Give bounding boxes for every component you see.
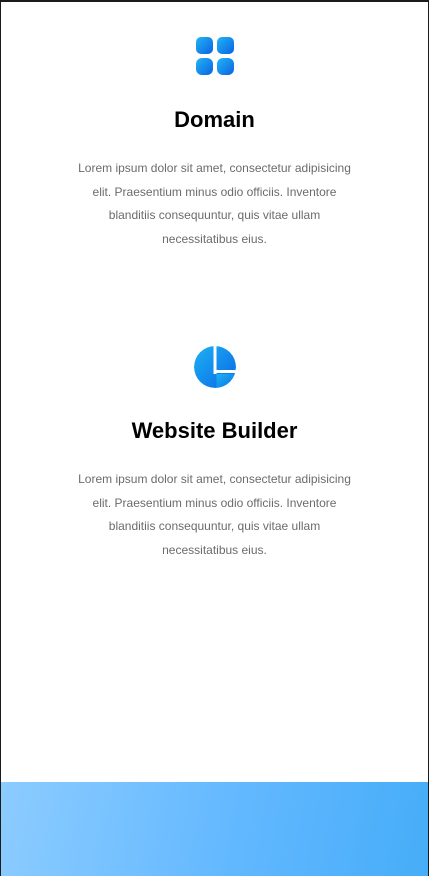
feature-title: Website Builder	[131, 418, 298, 443]
feature-description: Lorem ipsum dolor sit amet, consectetur …	[78, 161, 351, 246]
pie-layout-icon	[193, 346, 236, 388]
feature-website-builder: Website Builder Lorem ipsum dolor sit am…	[1, 344, 428, 562]
feature-description: Lorem ipsum dolor sit amet, consectetur …	[78, 472, 351, 557]
footer-gradient-band	[1, 782, 428, 876]
feature-title: Domain	[174, 107, 255, 132]
page-frame: Domain Lorem ipsum dolor sit amet, conse…	[0, 0, 429, 876]
feature-domain: Domain Lorem ipsum dolor sit amet, conse…	[1, 33, 428, 251]
grid-apps-icon	[195, 37, 234, 75]
